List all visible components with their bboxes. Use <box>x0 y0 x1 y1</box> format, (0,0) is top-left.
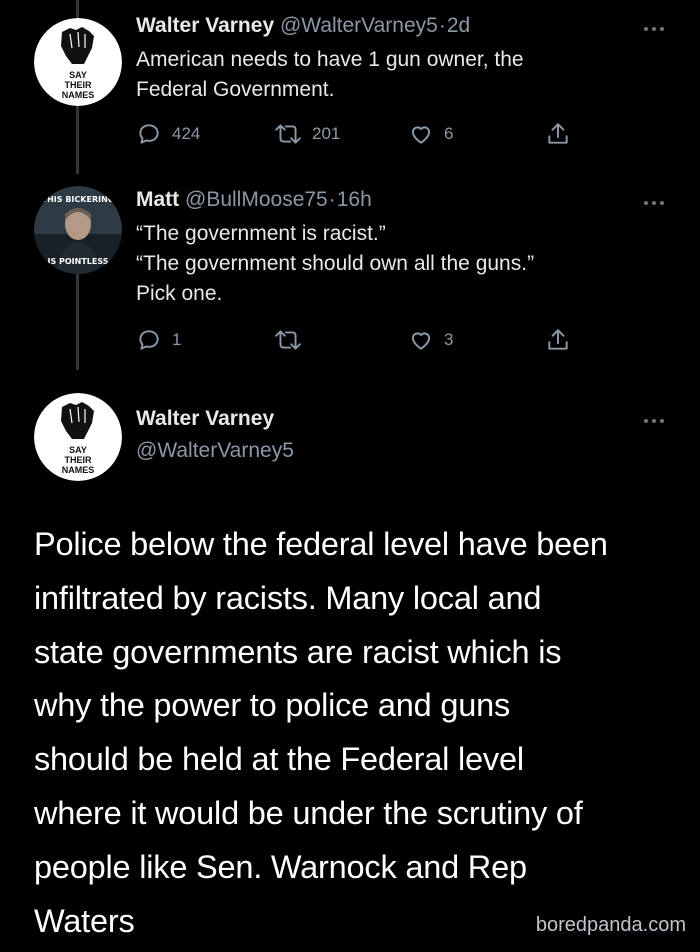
display-name[interactable]: Walter Varney <box>136 407 274 431</box>
avatar-walter[interactable]: SAY THEIR NAMES <box>34 18 122 106</box>
retweet-button[interactable]: 201 <box>274 121 340 147</box>
tweet-1[interactable]: SAY THEIR NAMES Walter Varney @WalterVar… <box>0 0 700 175</box>
tweet-text-line: American needs to have 1 gun owner, the <box>136 48 524 71</box>
like-button[interactable]: 6 <box>408 121 453 147</box>
avatar-caption: SAY <box>69 445 87 455</box>
tweet-2[interactable]: THIS BICKERING IS POINTLESS Matt @BullMo… <box>0 175 700 375</box>
dot-icon <box>660 27 664 31</box>
avatar-caption: THEIR <box>65 455 93 465</box>
separator-dot: · <box>328 188 336 211</box>
avatar-caption: THIS BICKERING <box>42 195 115 204</box>
user-handle[interactable]: @WalterVarney5 <box>136 439 294 463</box>
tweet-actions: 1 3 <box>136 327 586 357</box>
avatar-walter[interactable]: SAY THEIR NAMES <box>34 393 122 481</box>
raised-fist-icon: SAY THEIR NAMES <box>34 18 122 106</box>
main-tweet-text-line: where it would be under the scrutiny of <box>34 794 583 831</box>
dot-icon <box>652 201 656 205</box>
main-tweet-text-line: should be held at the Federal level <box>34 741 524 778</box>
tweet-text: American needs to have 1 gun owner, the … <box>136 45 524 105</box>
avatar-caption: THEIR <box>65 80 93 90</box>
retweet-button[interactable] <box>274 327 312 353</box>
reply-icon <box>139 124 159 144</box>
avatar-caption: SAY <box>69 70 87 80</box>
display-name[interactable]: Matt <box>136 188 179 211</box>
more-options-button[interactable] <box>644 419 664 423</box>
user-handle[interactable]: @WalterVarney5 <box>280 14 438 37</box>
reply-count: 1 <box>172 330 182 349</box>
display-name[interactable]: Walter Varney <box>136 14 274 37</box>
heart-icon <box>411 126 431 144</box>
reply-button[interactable]: 1 <box>136 327 181 353</box>
share-icon <box>548 123 568 144</box>
dot-icon <box>644 419 648 423</box>
tweet-text-line: Federal Government. <box>136 78 335 101</box>
avatar-caption: NAMES <box>62 465 95 475</box>
raised-fist-icon: SAY THEIR NAMES <box>34 393 122 481</box>
avatar-caption: NAMES <box>62 90 95 100</box>
more-options-button[interactable] <box>644 201 664 205</box>
reply-icon <box>139 330 159 350</box>
more-options-button[interactable] <box>644 27 664 31</box>
portrait-meme-icon: THIS BICKERING IS POINTLESS <box>34 186 122 274</box>
main-tweet-text-line: state governments are racist which is <box>34 633 562 670</box>
dot-icon <box>652 27 656 31</box>
like-count: 6 <box>444 124 454 143</box>
dot-icon <box>652 419 656 423</box>
share-icon <box>548 329 568 350</box>
main-tweet-text-line: infiltrated by racists. Many local and <box>34 579 542 616</box>
reply-button[interactable]: 424 <box>136 121 200 147</box>
avatar-matt[interactable]: THIS BICKERING IS POINTLESS <box>34 186 122 274</box>
dot-icon <box>660 419 664 423</box>
retweet-icon <box>275 330 301 350</box>
timestamp[interactable]: 2d <box>447 14 470 37</box>
main-tweet-text: Police below the federal level have been… <box>34 518 608 948</box>
share-button[interactable] <box>545 327 571 353</box>
share-button[interactable] <box>545 121 571 147</box>
dot-icon <box>660 201 664 205</box>
timestamp[interactable]: 16h <box>337 188 372 211</box>
like-button[interactable]: 3 <box>408 327 453 353</box>
tweet-actions: 424 201 6 <box>136 121 586 151</box>
reply-count: 424 <box>172 124 201 143</box>
avatar-caption: IS POINTLESS <box>47 257 108 266</box>
tweet-text-line: “The government is racist.” <box>136 222 386 245</box>
retweet-icon <box>275 124 301 144</box>
dot-icon <box>644 201 648 205</box>
tweet-header: Matt @BullMoose75·16h <box>136 188 372 212</box>
separator-dot: · <box>438 14 446 37</box>
main-tweet-text-line: Police below the federal level have been <box>34 526 608 562</box>
dot-icon <box>644 27 648 31</box>
watermark: boredpanda.com <box>535 914 686 936</box>
tweet-text-line: Pick one. <box>136 282 223 305</box>
main-tweet-text-line: Waters <box>34 902 135 939</box>
tweet-text: “The government is racist.” “The governm… <box>136 219 534 309</box>
main-tweet-text-line: why the power to police and guns <box>34 687 510 724</box>
tweet-header: Walter Varney @WalterVarney5·2d <box>136 14 470 38</box>
user-handle[interactable]: @BullMoose75 <box>185 188 328 211</box>
tweet-text-line: “The government should own all the guns.… <box>136 252 535 275</box>
retweet-count: 201 <box>312 124 341 143</box>
like-count: 3 <box>444 330 454 349</box>
main-tweet-text-line: people like Sen. Warnock and Rep <box>34 848 527 885</box>
heart-icon <box>411 332 431 350</box>
